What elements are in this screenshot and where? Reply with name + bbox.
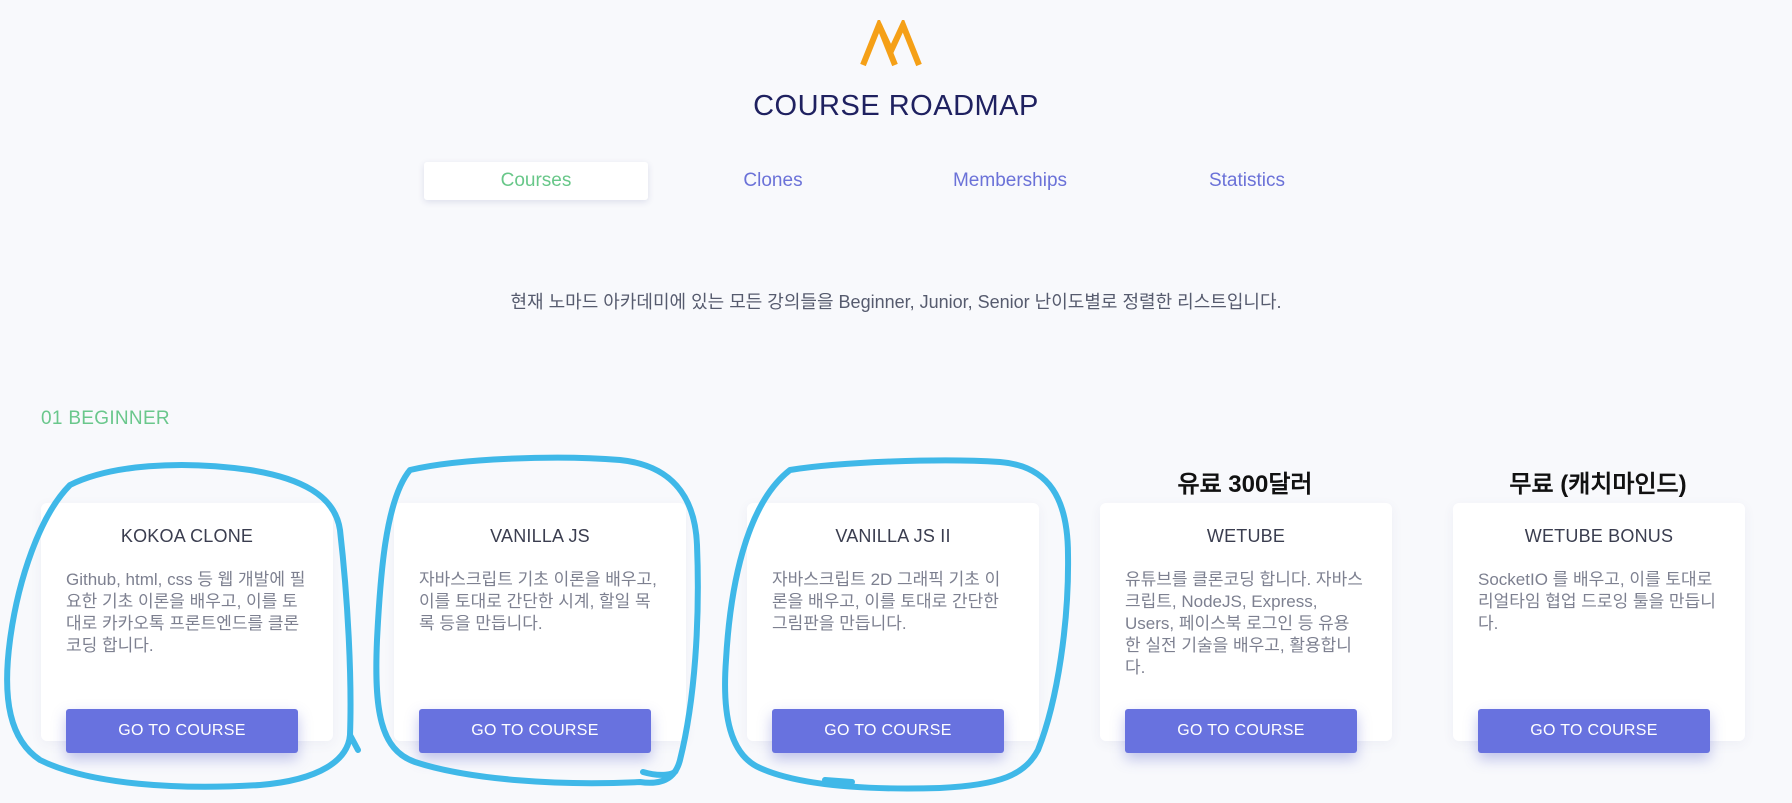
go-to-course-button[interactable]: GO TO COURSE (66, 709, 298, 753)
go-to-course-button[interactable]: GO TO COURSE (772, 709, 1004, 753)
wetube-price-note: 유료 300달러 (1177, 471, 1313, 498)
course-description: Github, html, css 등 웹 개발에 필요한 기초 이론을 배우고… (66, 570, 306, 655)
tab-memberships[interactable]: Memberships (898, 162, 1122, 200)
tab-courses[interactable]: Courses (424, 162, 648, 200)
course-description: 자바스크립트 기초 이론을 배우고, 이를 토대로 간단한 시계, 할일 목록 … (419, 570, 657, 633)
intro-text: 현재 노마드 아카데미에 있는 모든 강의들을 Beginner, Junior… (510, 292, 1282, 312)
course-title: VANILLA JS (490, 526, 590, 546)
go-to-course-button[interactable]: GO TO COURSE (419, 709, 651, 753)
page-title: COURSE ROADMAP (753, 90, 1039, 122)
wetube-bonus-price-note: 무료 (캐치마인드) (1509, 471, 1687, 498)
course-card-vanilla-js: VANILLA JS 자바스크립트 기초 이론을 배우고, 이를 토대로 간단한… (394, 503, 686, 753)
course-title: VANILLA JS II (835, 526, 951, 546)
roadmap-tabs: Courses Clones Memberships Statistics (424, 162, 1480, 200)
course-card-vanilla-js-ii: VANILLA JS II 자바스크립트 2D 그래픽 기초 이론을 배우고, … (747, 503, 1039, 753)
nomad-coders-logo-icon[interactable] (859, 20, 923, 68)
course-card-kokoa-clone: KOKOA CLONE Github, html, css 등 웹 개발에 필요… (41, 503, 333, 753)
course-description: 유튜브를 클론코딩 합니다. 자바스크립트, NodeJS, Express, … (1125, 570, 1363, 677)
course-title: WETUBE BONUS (1524, 526, 1674, 546)
section-label: 01 BEGINNER (41, 408, 170, 429)
course-title: WETUBE (1206, 526, 1286, 546)
tab-clones[interactable]: Clones (661, 162, 885, 200)
course-title: KOKOA CLONE (120, 526, 254, 546)
course-description: 자바스크립트 2D 그래픽 기초 이론을 배우고, 이를 토대로 간단한 그림판… (772, 570, 1001, 633)
go-to-course-button[interactable]: GO TO COURSE (1125, 709, 1357, 753)
course-description: SocketIO 를 배우고, 이를 토대로 리얼타임 협업 드로잉 툴을 만듭… (1478, 570, 1716, 633)
course-card-wetube-bonus: WETUBE BONUS SocketIO 를 배우고, 이를 토대로 리얼타임… (1453, 503, 1745, 753)
course-card-wetube: WETUBE 유튜브를 클론코딩 합니다. 자바스크립트, NodeJS, Ex… (1100, 503, 1392, 753)
tab-statistics[interactable]: Statistics (1135, 162, 1359, 200)
go-to-course-button[interactable]: GO TO COURSE (1478, 709, 1710, 753)
